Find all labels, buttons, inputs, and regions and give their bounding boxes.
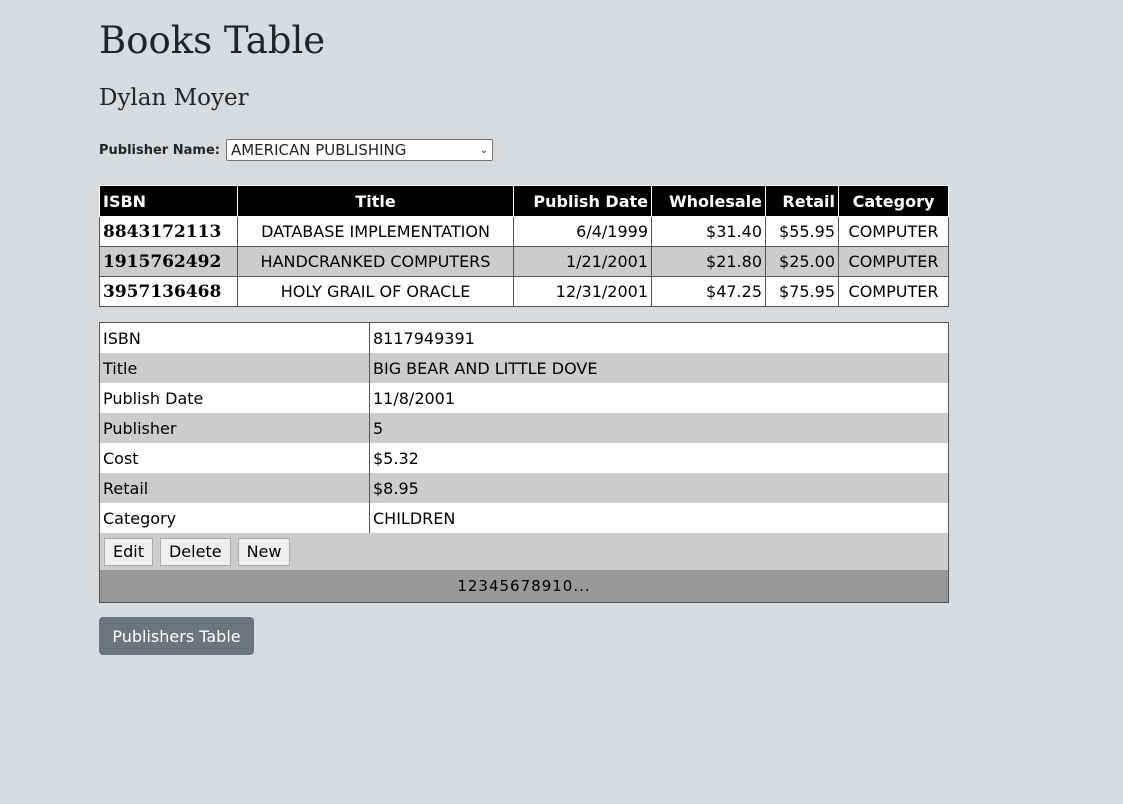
cell-wholesale: $47.25	[651, 276, 766, 307]
cell-isbn: 8843172113	[99, 216, 238, 247]
detail-value: BIG BEAR AND LITTLE DOVE	[373, 358, 598, 378]
publishers-table-button[interactable]: Publishers Table	[99, 617, 254, 655]
publisher-label: Publisher Name:	[99, 142, 220, 158]
publisher-select[interactable]: AMERICAN PUBLISHING ⌄	[225, 139, 493, 161]
publisher-filter: Publisher Name: AMERICAN PUBLISHING ⌄	[99, 139, 493, 161]
detail-actions: Edit Delete New	[100, 533, 948, 570]
cell-retail: $25.00	[765, 246, 839, 277]
detail-key: Publisher	[100, 413, 370, 443]
cell-retail: $55.95	[765, 216, 839, 247]
cell-title: HOLY GRAIL OF ORACLE	[237, 276, 514, 307]
cell-publish-date: 6/4/1999	[513, 216, 652, 247]
detail-value: $5.32	[373, 448, 419, 468]
cell-isbn: 3957136468	[99, 276, 238, 307]
book-detail-panel: ISBN 8117949391 Title BIG BEAR AND LITTL…	[99, 322, 949, 603]
cell-title: HANDCRANKED COMPUTERS	[237, 246, 514, 277]
page-subtitle: Dylan Moyer	[99, 85, 249, 111]
new-button[interactable]: New	[237, 537, 291, 566]
detail-key: Cost	[100, 443, 370, 473]
header-title[interactable]: Title	[237, 185, 514, 217]
table-row[interactable]: 8843172113 DATABASE IMPLEMENTATION 6/4/1…	[99, 216, 949, 247]
header-isbn[interactable]: ISBN	[99, 185, 238, 217]
detail-key: ISBN	[100, 323, 370, 353]
detail-row-retail: Retail $8.95	[100, 473, 948, 503]
detail-key: Category	[100, 503, 370, 533]
table-row[interactable]: 1915762492 HANDCRANKED COMPUTERS 1/21/20…	[99, 246, 949, 277]
detail-row-isbn: ISBN 8117949391	[100, 323, 948, 353]
cell-category: COMPUTER	[838, 246, 949, 277]
chevron-down-icon: ⌄	[479, 144, 488, 156]
detail-row-cost: Cost $5.32	[100, 443, 948, 473]
cell-category: COMPUTER	[838, 216, 949, 247]
cell-title: DATABASE IMPLEMENTATION	[237, 216, 514, 247]
pagination[interactable]: 12345678910...	[100, 570, 948, 602]
cell-category: COMPUTER	[838, 276, 949, 307]
page-title: Books Table	[99, 19, 326, 62]
header-wholesale[interactable]: Wholesale	[651, 185, 766, 217]
detail-value: 11/8/2001	[373, 388, 456, 408]
detail-value: $8.95	[373, 478, 419, 498]
cell-publish-date: 1/21/2001	[513, 246, 652, 277]
header-publish-date[interactable]: Publish Date	[513, 185, 652, 217]
detail-row-category: Category CHILDREN	[100, 503, 948, 533]
detail-key: Retail	[100, 473, 370, 503]
table-row[interactable]: 3957136468 HOLY GRAIL OF ORACLE 12/31/20…	[99, 276, 949, 307]
detail-value: 5	[373, 418, 384, 438]
edit-button[interactable]: Edit	[104, 537, 153, 566]
cell-wholesale: $31.40	[651, 216, 766, 247]
detail-row-publisher: Publisher 5	[100, 413, 948, 443]
header-category[interactable]: Category	[838, 185, 949, 217]
header-retail[interactable]: Retail	[765, 185, 839, 217]
detail-row-publish-date: Publish Date 11/8/2001	[100, 383, 948, 413]
detail-key: Publish Date	[100, 383, 370, 413]
books-table-header: ISBN Title Publish Date Wholesale Retail…	[99, 185, 949, 217]
delete-button[interactable]: Delete	[159, 537, 231, 566]
publisher-select-value: AMERICAN PUBLISHING	[230, 141, 407, 159]
cell-publish-date: 12/31/2001	[513, 276, 652, 307]
detail-key: Title	[100, 353, 370, 383]
cell-isbn: 1915762492	[99, 246, 238, 277]
cell-retail: $75.95	[765, 276, 839, 307]
detail-row-title: Title BIG BEAR AND LITTLE DOVE	[100, 353, 948, 383]
detail-value: CHILDREN	[373, 508, 456, 528]
detail-value: 8117949391	[373, 328, 475, 348]
cell-wholesale: $21.80	[651, 246, 766, 277]
books-table: ISBN Title Publish Date Wholesale Retail…	[99, 185, 949, 307]
